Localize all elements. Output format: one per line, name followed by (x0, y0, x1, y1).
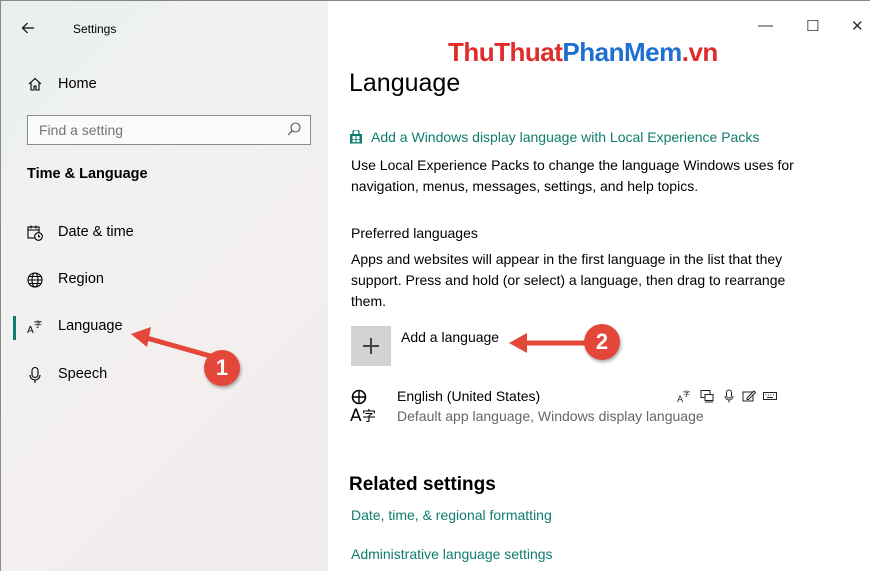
preferred-languages-heading: Preferred languages (351, 225, 478, 241)
add-language-label: Add a language (401, 329, 500, 345)
admin-language-settings-link[interactable]: Administrative language settings (351, 546, 553, 562)
sidebar-item-region[interactable]: Region (1, 260, 328, 300)
annotation-badge-1: 1 (204, 350, 240, 386)
sidebar-item-label: Date & time (58, 224, 134, 240)
minimize-button[interactable]: — (758, 17, 773, 34)
annotation-badge-2: 2 (584, 324, 620, 360)
back-arrow-icon (21, 22, 34, 34)
settings-window: Settings Home Time & Language Date & t (0, 0, 870, 571)
active-indicator (13, 316, 16, 340)
svg-text:字: 字 (362, 409, 376, 423)
add-language-row[interactable]: Add a language (351, 326, 499, 366)
keyboard-icon (763, 392, 777, 400)
link-label: Add a Windows display language with Loca… (371, 129, 760, 145)
svg-text:A: A (27, 325, 34, 336)
search-icon[interactable] (286, 121, 302, 137)
language-detail: Default app language, Windows display la… (397, 408, 704, 424)
back-button[interactable] (21, 14, 51, 42)
microphone-icon (29, 366, 41, 383)
title-bar: Settings (1, 1, 328, 57)
regional-formatting-link[interactable]: Date, time, & regional formatting (351, 507, 552, 523)
local-experience-packs-link[interactable]: Add a Windows display language with Loca… (349, 129, 759, 145)
maximize-button[interactable]: ☐ (806, 17, 819, 35)
section-heading: Time & Language (27, 166, 148, 182)
sidebar-item-date-time[interactable]: Date & time (1, 213, 328, 253)
sidebar-item-label: Language (58, 318, 123, 334)
language-icon: A 字 (27, 319, 42, 336)
language-list-item[interactable]: A 字 English (United States) Default app … (350, 384, 850, 432)
store-bag-icon (350, 130, 362, 144)
main-content: — ☐ ✕ ThuThuatPhanMem.vn Language Add a … (328, 1, 870, 571)
app-title: Settings (73, 22, 117, 36)
watermark-part: PhanMem (562, 37, 682, 67)
lep-description: Use Local Experience Packs to change the… (351, 157, 794, 194)
search-box (27, 115, 311, 145)
watermark-part: ThuThuat (448, 37, 563, 67)
close-button[interactable]: ✕ (851, 17, 864, 35)
sidebar-item-label: Region (58, 271, 104, 287)
search-input[interactable] (28, 116, 278, 144)
globe-icon (27, 272, 43, 288)
language-name: English (United States) (397, 388, 541, 404)
watermark: ThuThuatPhanMem.vn (448, 37, 718, 68)
add-language-button[interactable] (351, 326, 391, 366)
handwriting-icon (742, 390, 756, 402)
svg-text:字: 字 (683, 389, 690, 398)
sidebar: Settings Home Time & Language Date & t (1, 1, 328, 571)
watermark-part: .vn (681, 37, 719, 67)
related-settings-heading: Related settings (349, 474, 496, 495)
language-globe-icon: A 字 (350, 389, 376, 423)
page-title: Language (349, 69, 461, 97)
sidebar-item-label: Speech (58, 366, 108, 382)
calendar-clock-icon (27, 225, 43, 241)
display-icon (700, 390, 714, 403)
sidebar-item-home[interactable]: Home (1, 67, 328, 101)
preferred-languages-description: Apps and websites will appear in the fir… (351, 251, 786, 309)
speech-icon (724, 389, 734, 403)
svg-text:字: 字 (34, 319, 42, 329)
home-icon (28, 77, 42, 91)
language-pack-icon: A 字 (677, 389, 690, 403)
svg-text:A: A (350, 406, 362, 423)
sidebar-item-label: Home (58, 76, 97, 92)
